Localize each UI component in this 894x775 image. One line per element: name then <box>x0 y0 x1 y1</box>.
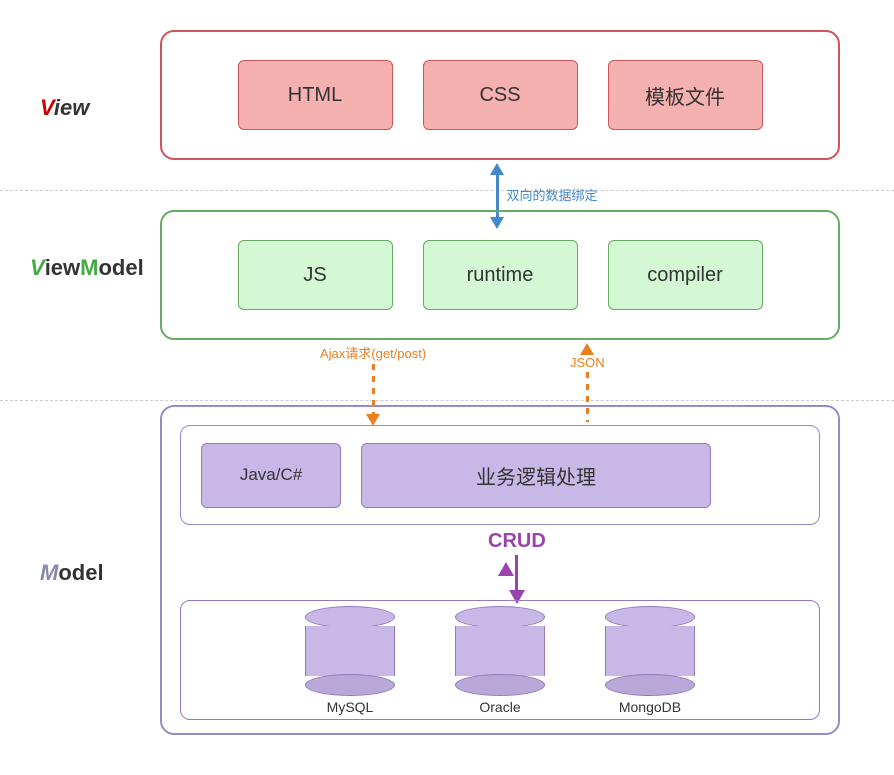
arrow-up-head <box>490 163 504 175</box>
view-item-html: HTML <box>238 60 393 130</box>
db-body-mysql <box>305 626 395 676</box>
divider-viewmodel-model <box>0 400 894 401</box>
view-item-template: 模板文件 <box>608 60 763 130</box>
json-arrow-head <box>580 343 594 355</box>
view-layer-label: View <box>40 95 89 121</box>
biz-item-logic: 业务逻辑处理 <box>361 443 711 508</box>
db-body-oracle <box>455 626 545 676</box>
diagram: View HTML CSS 模板文件 双向的数据绑定 ViewModel JS … <box>0 0 894 775</box>
crud-arrow: CRUD <box>488 530 546 604</box>
db-bottom-mongodb <box>605 674 695 696</box>
db-bottom-mysql <box>305 674 395 696</box>
crud-up-head <box>498 562 514 576</box>
db-bottom-oracle <box>455 674 545 696</box>
biz-item-java-csharp: Java/C# <box>201 443 341 508</box>
viewmodel-layer-label: ViewModel <box>30 255 144 281</box>
db-body-mongodb <box>605 626 695 676</box>
db-top-mongodb <box>605 606 695 628</box>
db-mongodb: MongoDB <box>595 606 705 715</box>
vm-item-compiler: compiler <box>608 240 763 310</box>
db-oracle: Oracle <box>445 606 555 715</box>
db-mysql: MySQL <box>295 606 405 715</box>
viewmodel-box: JS runtime compiler <box>160 210 840 340</box>
view-box: HTML CSS 模板文件 <box>160 30 840 160</box>
crud-line-down <box>515 555 518 590</box>
database-box: MySQL Oracle MongoDB <box>180 600 820 720</box>
divider-view-viewmodel <box>0 190 894 191</box>
db-top-oracle <box>455 606 545 628</box>
model-layer-label: Model <box>40 560 104 586</box>
vm-item-runtime: runtime <box>423 240 578 310</box>
view-item-css: CSS <box>423 60 578 130</box>
vm-item-js: JS <box>238 240 393 310</box>
crud-up-arrow <box>498 562 514 576</box>
db-top-mysql <box>305 606 395 628</box>
business-logic-box: Java/C# 业务逻辑处理 <box>180 425 820 525</box>
